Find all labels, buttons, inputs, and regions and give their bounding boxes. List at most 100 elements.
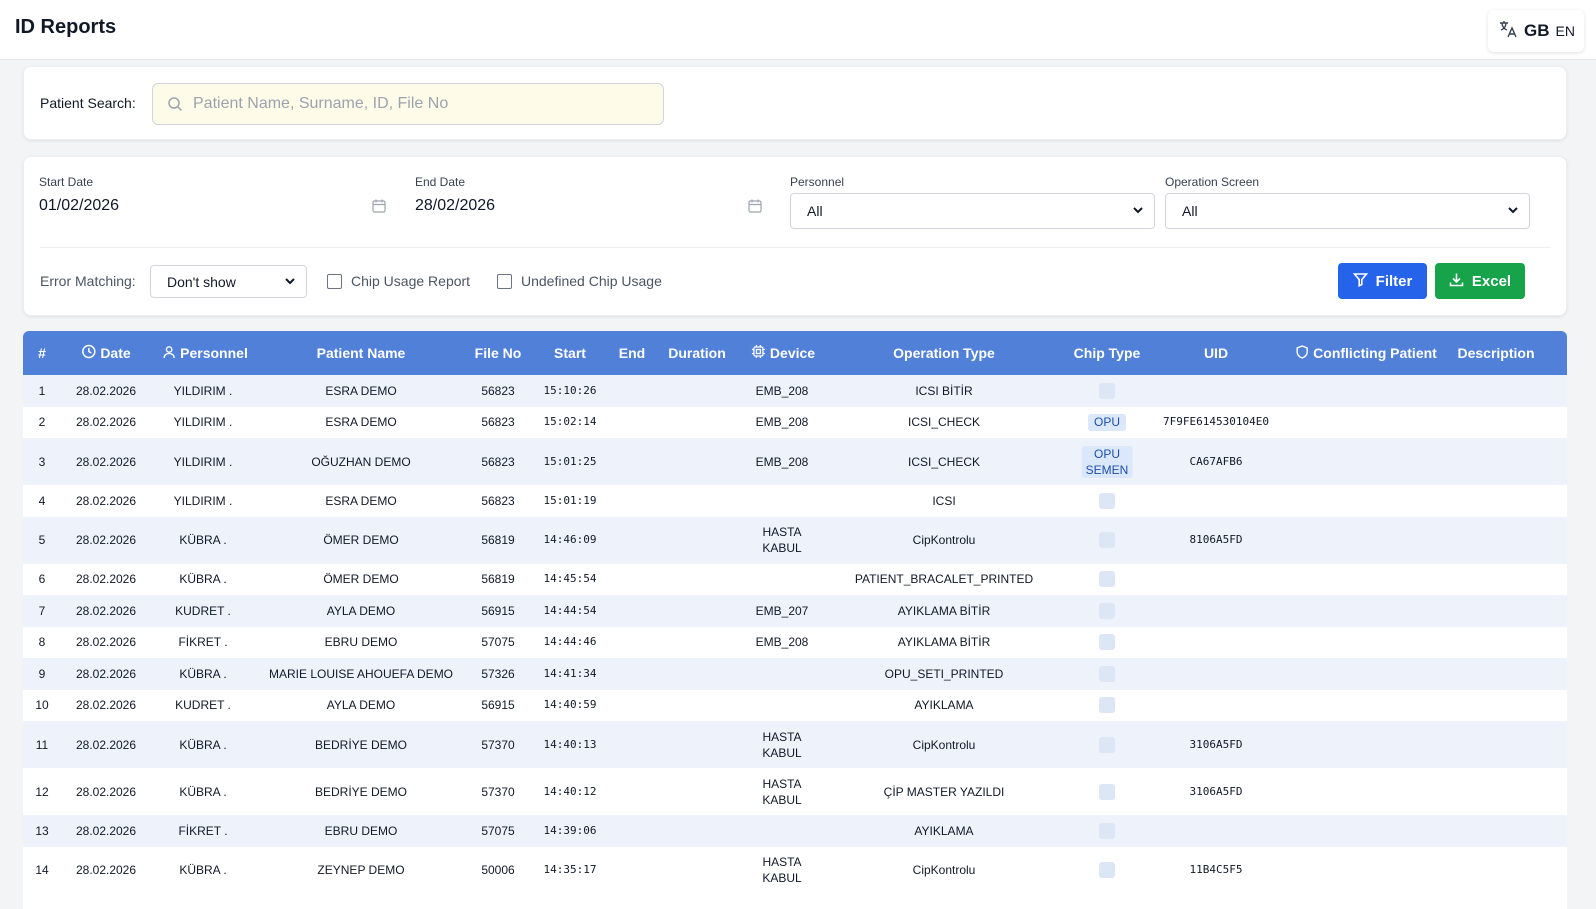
cell-uid: 7F9FE614530104E0 <box>1163 415 1269 429</box>
calendar-icon[interactable] <box>372 199 386 218</box>
start-date-input[interactable]: 01/02/2026 <box>39 197 119 215</box>
header-device[interactable]: Device <box>751 331 815 375</box>
operation-screen-select-value: All <box>1182 203 1198 219</box>
cell-file-no: 56915 <box>481 698 515 713</box>
cell-patient-name: AYLA DEMO <box>326 698 396 713</box>
chip-usage-report-checkbox[interactable]: Chip Usage Report <box>327 273 470 289</box>
operation-screen-label: Operation Screen <box>1165 175 1260 189</box>
undefined-chip-usage-checkbox[interactable]: Undefined Chip Usage <box>497 273 662 289</box>
header-conflicting-patient-label: Conflicting Patient <box>1313 345 1437 361</box>
header-start[interactable]: Start <box>554 331 586 375</box>
patient-search-box[interactable] <box>152 83 664 125</box>
cell-operation-type: ICSI_CHECK <box>907 454 981 469</box>
header-file-no[interactable]: File No <box>475 331 522 375</box>
clock-icon <box>81 344 96 362</box>
table-row[interactable]: 10 28.02.2026 KUDRET . AYLA DEMO 56915 14:40:… <box>23 689 1567 721</box>
cell-date: 28.02.2026 <box>75 823 137 838</box>
cell-uid: 3106A5FD <box>1189 737 1243 751</box>
table-row[interactable]: 13 28.02.2026 FİKRET . EBRU DEMO 57075 14:39:… <box>23 815 1567 847</box>
table-row[interactable]: 5 28.02.2026 KÜBRA . ÖMER DEMO 56819 14:46:09… <box>23 516 1567 564</box>
excel-button[interactable]: Excel <box>1435 263 1525 299</box>
language-selector[interactable]: GB EN <box>1488 10 1584 52</box>
cell-operation-type: CipKontrolu <box>912 737 976 752</box>
cell-date: 28.02.2026 <box>75 863 137 877</box>
cell-device: EMB_208 <box>755 383 809 398</box>
cell-device: HASTA KABUL <box>762 525 802 555</box>
table-row[interactable]: 11 28.02.2026 KÜBRA . BEDRİYE DEMO 57370 14:4… <box>23 721 1567 768</box>
cell-start: 14:39:06 <box>543 823 597 837</box>
header-duration[interactable]: Duration <box>668 331 726 375</box>
end-date-input[interactable]: 28/02/2026 <box>415 197 495 215</box>
cell-operation-type: PATIENT_BRACALET_PRINTED <box>854 572 1034 587</box>
checkbox-box[interactable] <box>497 273 512 289</box>
header-uid[interactable]: UID <box>1204 331 1228 375</box>
header-operation-type[interactable]: Operation Type <box>893 331 995 375</box>
header-conflicting-patient[interactable]: Conflicting Patient <box>1295 331 1437 375</box>
header-operation-type-label: Operation Type <box>893 345 995 361</box>
cell-patient-name: BEDRİYE DEMO <box>314 784 408 799</box>
cell-chip-type <box>1099 595 1115 627</box>
table-row[interactable]: 1 28.02.2026 YILDIRIM . ESRA DEMO 56823 15:10… <box>23 375 1567 407</box>
cell-start: 14:45:54 <box>543 572 597 586</box>
operation-screen-select[interactable]: All <box>1165 193 1530 229</box>
table-row[interactable]: 4 28.02.2026 YILDIRIM . ESRA DEMO 56823 15:01… <box>23 485 1567 517</box>
error-matching-select[interactable]: Don't show <box>150 265 307 298</box>
cell-chip-type <box>1099 768 1115 815</box>
header-end[interactable]: End <box>619 331 645 375</box>
cell-personnel: KÜBRA . <box>179 572 227 587</box>
user-icon <box>162 345 176 362</box>
cell-patient-name: EBRU DEMO <box>324 635 398 650</box>
cell-start: 15:01:19 <box>543 493 597 507</box>
chip-placeholder <box>1099 822 1115 839</box>
table-row[interactable]: 8 28.02.2026 FİKRET . EBRU DEMO 57075 14:44:4… <box>23 626 1567 658</box>
header-description[interactable]: Description <box>1457 331 1534 375</box>
table-row[interactable]: 2 28.02.2026 YILDIRIM . ESRA DEMO 56823 15:02… <box>23 406 1567 438</box>
cell-date: 28.02.2026 <box>75 415 137 430</box>
cell-file-no: 50006 <box>481 863 515 877</box>
cell-personnel: YILDIRIM . <box>173 383 233 398</box>
chip-placeholder <box>1099 862 1115 878</box>
chip-placeholder <box>1099 532 1115 548</box>
cell-start: 14:41:34 <box>543 666 597 680</box>
page-title: ID Reports <box>15 16 117 38</box>
filter-button-label: Filter <box>1375 272 1413 290</box>
table-row[interactable]: 7 28.02.2026 KUDRET . AYLA DEMO 56915 14:44:5… <box>23 595 1567 627</box>
cell-personnel: KÜBRA . <box>179 533 227 547</box>
checkbox-box[interactable] <box>327 273 342 289</box>
cell-start: 15:01:25 <box>543 454 597 468</box>
cell-operation-type: AYIKLAMA BİTİR <box>897 635 991 650</box>
chip-type-badge: SEMEN <box>1085 462 1129 477</box>
table-row[interactable]: 6 28.02.2026 KÜBRA . ÖMER DEMO 56819 14:45:54… <box>23 563 1567 595</box>
table-row[interactable]: 12 28.02.2026 KÜBRA . BEDRİYE DEMO 57370 14:4… <box>23 768 1567 815</box>
header-patient-name-label: Patient Name <box>316 345 406 361</box>
personnel-select[interactable]: All <box>790 193 1155 229</box>
cell-start: 14:46:09 <box>543 533 597 546</box>
cell-operation-type: AYIKLAMA BİTİR <box>897 603 991 618</box>
cell-file-no: 56915 <box>481 603 515 618</box>
header-date[interactable]: Date <box>81 331 131 375</box>
table-row[interactable]: 9 28.02.2026 KÜBRA . MARIE LOUISE AHOUEFA D… <box>23 658 1567 690</box>
cell-personnel: YILDIRIM . <box>173 493 233 508</box>
table-row[interactable]: 3 28.02.2026 YILDIRIM . OĞUZHAN DEMO 56823 15… <box>23 438 1567 485</box>
calendar-icon[interactable] <box>748 199 762 218</box>
chip-usage-report-label: Chip Usage Report <box>351 273 471 289</box>
header-patient-name[interactable]: Patient Name <box>317 331 406 375</box>
table-header: # Date Personnel Patient Name File No St… <box>23 331 1567 375</box>
cell-device: EMB_208 <box>755 635 809 650</box>
cell-personnel: KÜBRA . <box>179 666 227 681</box>
header-chip-type[interactable]: Chip Type <box>1074 331 1141 375</box>
patient-search-card: Patient Search: <box>23 66 1567 140</box>
personnel-select-value: All <box>807 203 823 219</box>
table-row[interactable]: 14 28.02.2026 KÜBRA . ZEYNEP DEMO 50006 14:35… <box>23 846 1567 894</box>
header-date-label: Date <box>100 345 131 361</box>
filter-button[interactable]: Filter <box>1338 263 1427 299</box>
cell-date: 28.02.2026 <box>75 454 137 469</box>
chip-placeholder <box>1099 571 1115 588</box>
cell-patient-name: MARIE LOUISE AHOUEFA DEMO <box>268 666 454 681</box>
patient-search-input[interactable] <box>193 84 653 124</box>
cell-uid: 8106A5FD <box>1189 533 1243 546</box>
header-index[interactable]: # <box>38 331 46 375</box>
header-personnel[interactable]: Personnel <box>162 331 248 375</box>
language-code: EN <box>1555 23 1575 39</box>
cell-file-no: 57326 <box>481 666 515 681</box>
